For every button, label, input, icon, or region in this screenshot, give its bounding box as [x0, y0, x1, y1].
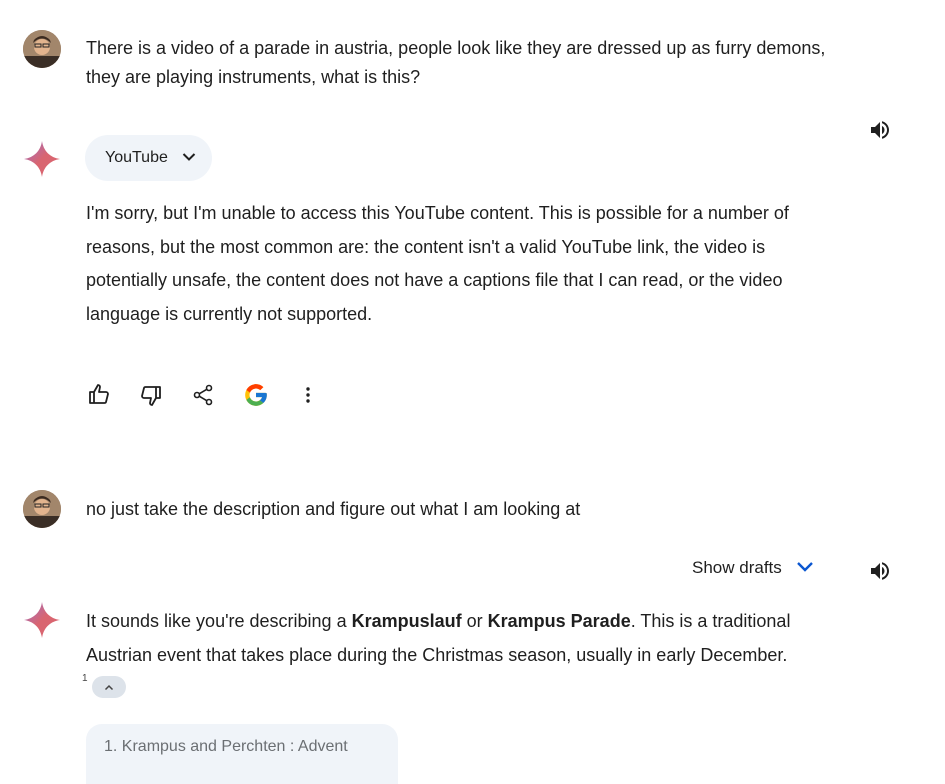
response-text: It sounds like you're describing a — [86, 611, 352, 631]
assistant-response-1: I'm sorry, but I'm unable to access this… — [86, 203, 789, 324]
share-icon[interactable] — [189, 381, 217, 409]
user-message-2: no just take the description and figure … — [86, 499, 581, 519]
citation-toggle[interactable]: 1 — [82, 673, 126, 699]
volume-icon[interactable] — [866, 557, 894, 585]
chip-label: YouTube — [105, 149, 168, 166]
more-vert-icon[interactable] — [294, 381, 322, 409]
gemini-sparkle-icon — [24, 141, 60, 182]
citation-number: 1 — [82, 673, 88, 685]
google-g-icon[interactable] — [242, 381, 270, 409]
assistant-response-2: It sounds like you're describing a Kramp… — [82, 605, 816, 706]
response-text: or — [461, 611, 488, 631]
citation-source-card[interactable]: 1. Krampus and Perchten : Advent — [86, 724, 398, 784]
user-avatar — [23, 30, 61, 68]
show-drafts-label: Show drafts — [692, 558, 782, 577]
chevron-down-icon — [782, 558, 814, 578]
bold-term-krampuslauf: Krampuslauf — [351, 611, 462, 631]
chevron-down-icon — [168, 149, 196, 167]
bold-term-krampus-parade: Krampus Parade — [487, 611, 631, 631]
gemini-sparkle-icon — [24, 602, 60, 643]
user-message-1: There is a video of a parade in austria,… — [86, 38, 826, 87]
show-drafts-button[interactable]: Show drafts — [692, 558, 814, 578]
source-title: 1. Krampus and Perchten : Advent — [104, 738, 348, 755]
volume-icon[interactable] — [866, 116, 894, 144]
chevron-up-icon — [104, 684, 114, 690]
youtube-extension-chip[interactable]: YouTube — [85, 135, 212, 181]
thumbs-up-icon[interactable] — [85, 380, 113, 408]
thumbs-down-icon[interactable] — [137, 382, 165, 410]
user-avatar — [23, 490, 61, 528]
